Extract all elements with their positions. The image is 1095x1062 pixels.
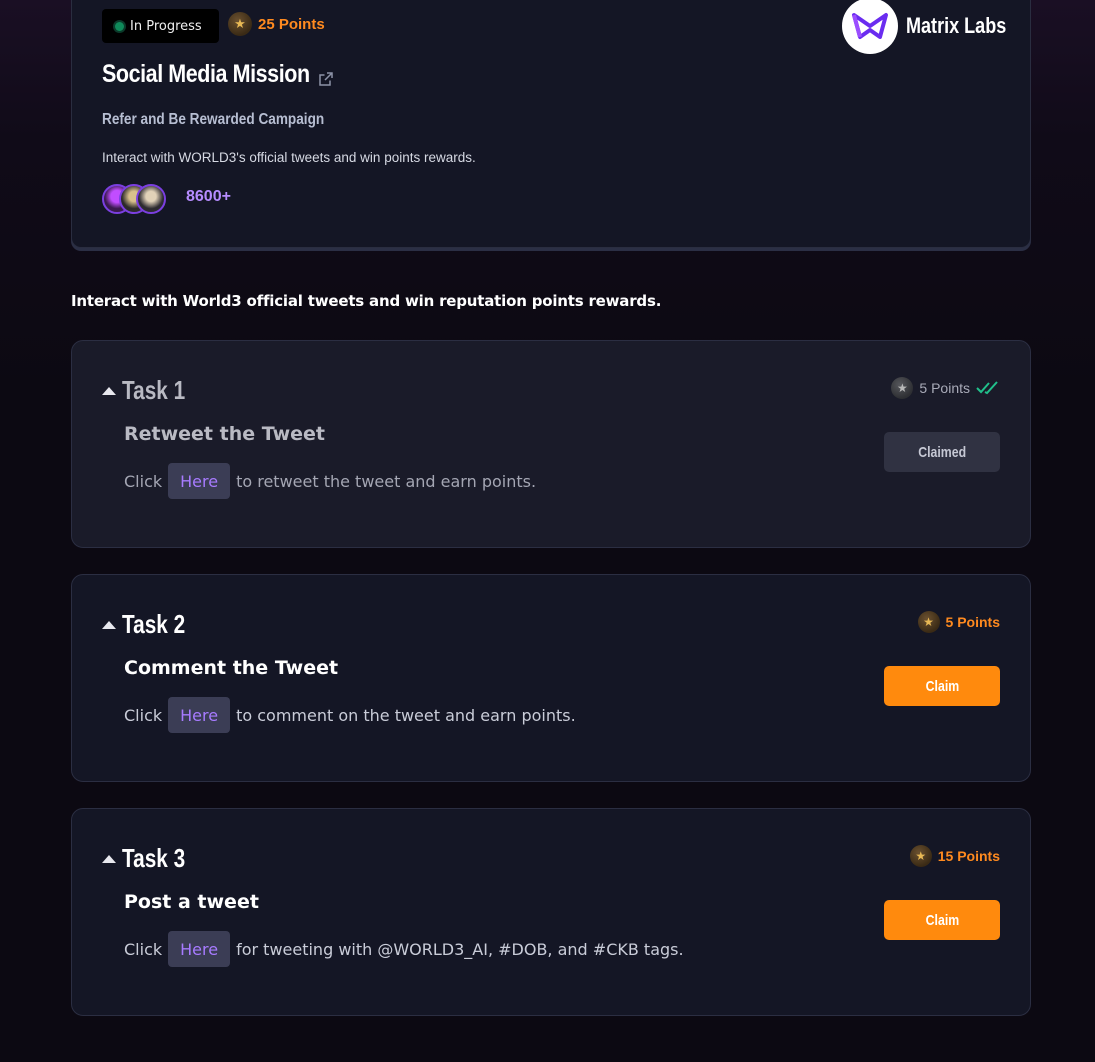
claim-button-label: Claim	[925, 911, 959, 929]
task-card: Task 1 ★ 5 Points Retweet the Tweet Clic…	[71, 340, 1031, 548]
instruction-suffix: for tweeting with @WORLD3_AI, #DOB, and …	[236, 939, 684, 959]
here-link[interactable]: Here	[168, 931, 231, 967]
instruction-prefix: Click	[124, 471, 163, 491]
task-label: Task 3	[122, 843, 186, 873]
brand-name: Matrix Labs	[906, 13, 1007, 38]
participant-avatars	[102, 184, 168, 214]
task-card: Task 3 ★ 15 Points Post a tweet Click He…	[71, 808, 1031, 1016]
task-title: Retweet the Tweet	[124, 423, 326, 445]
task-instruction: Click Here to comment on the tweet and e…	[124, 697, 576, 733]
claim-button-label: Claim	[925, 677, 959, 695]
matrix-labs-logo	[842, 0, 898, 54]
avatar	[136, 184, 166, 214]
mission-points-label: 25 Points	[258, 15, 325, 33]
external-link-icon[interactable]	[318, 71, 334, 87]
claim-button[interactable]: Claim	[884, 666, 1000, 706]
star-coin-icon: ★	[917, 611, 940, 633]
instruction-suffix: to comment on the tweet and earn points.	[236, 705, 576, 725]
task-label: Task 2	[122, 609, 186, 639]
star-coin-icon: ★	[909, 845, 932, 867]
status-dot-icon	[115, 21, 124, 31]
section-heading: Interact with World3 official tweets and…	[71, 292, 662, 310]
task-points-label: 15 Points	[937, 848, 1000, 864]
task-instruction: Click Here for tweeting with @WORLD3_AI,…	[124, 931, 684, 967]
task-header[interactable]: Task 1	[102, 375, 201, 406]
mission-description: Interact with WORLD3's official tweets a…	[102, 150, 476, 165]
task-header[interactable]: Task 3	[102, 843, 201, 874]
mission-points: ★ 25 Points	[228, 12, 325, 36]
mission-title: Social Media Mission	[102, 60, 310, 88]
claimed-button[interactable]: Claimed	[884, 432, 1000, 472]
status-badge: In Progress	[102, 9, 219, 43]
status-text: In Progress	[130, 18, 202, 34]
task-card: Task 2 ★ 5 Points Comment the Tweet Clic…	[71, 574, 1031, 782]
participant-count: 8600+	[186, 188, 231, 205]
here-link[interactable]: Here	[168, 697, 231, 733]
task-instruction: Click Here to retweet the tweet and earn…	[124, 463, 536, 499]
task-points: ★ 5 Points	[891, 377, 1000, 399]
caret-up-icon	[102, 386, 116, 395]
brand: Matrix Labs	[842, 0, 1028, 54]
claimed-button-label: Claimed	[918, 443, 966, 461]
instruction-prefix: Click	[124, 939, 163, 959]
double-check-icon	[976, 381, 998, 395]
caret-up-icon	[102, 620, 116, 629]
task-points-label: 5 Points	[919, 380, 970, 396]
instruction-suffix: to retweet the tweet and earn points.	[236, 471, 537, 491]
task-points-label: 5 Points	[945, 614, 1000, 630]
here-link[interactable]: Here	[168, 463, 231, 499]
task-title: Comment the Tweet	[124, 657, 339, 679]
task-points: ★ 5 Points	[917, 611, 1000, 633]
instruction-prefix: Click	[124, 705, 163, 725]
task-points: ★ 15 Points	[909, 845, 1000, 867]
caret-up-icon	[102, 854, 116, 863]
task-label: Task 1	[122, 375, 186, 405]
task-title: Post a tweet	[124, 891, 259, 913]
mission-subtitle: Refer and Be Rewarded Campaign	[102, 111, 325, 128]
claim-button[interactable]: Claim	[884, 900, 1000, 940]
mission-card: In Progress ★ 25 Points Social Media Mis…	[71, 0, 1031, 248]
star-coin-icon: ★	[228, 12, 252, 36]
star-coin-icon: ★	[891, 377, 914, 399]
task-header[interactable]: Task 2	[102, 609, 201, 640]
